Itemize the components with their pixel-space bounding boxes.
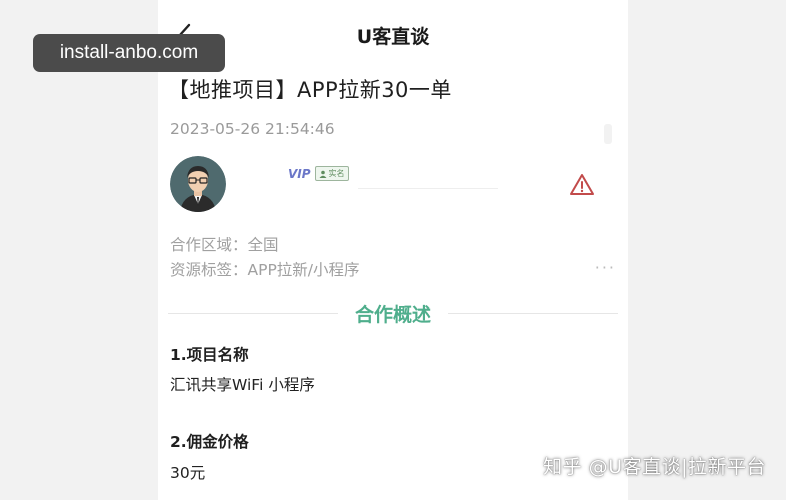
section-divider-right bbox=[448, 313, 618, 314]
divider bbox=[358, 188, 498, 189]
field-label-project-name: 1.项目名称 bbox=[170, 346, 249, 364]
report-button[interactable] bbox=[568, 172, 596, 198]
vip-badge: VIP bbox=[288, 166, 311, 181]
top-navigation-bar: U客直谈 bbox=[158, 0, 628, 66]
user-badges: VIP 实名 bbox=[288, 166, 349, 181]
field-value-project-name: 汇讯共享WiFi 小程序 bbox=[170, 376, 315, 394]
page-title: U客直谈 bbox=[356, 26, 430, 48]
watermark-badge: install-anbo.com bbox=[33, 34, 225, 72]
avatar[interactable] bbox=[170, 156, 226, 212]
decorative-mark bbox=[604, 124, 612, 144]
app-screen: U客直谈 【地推项目】APP拉新30一单 2023-05-26 21:54:46… bbox=[158, 0, 628, 500]
post-title: 【地推项目】APP拉新30一单 bbox=[168, 78, 452, 102]
verified-badge: 实名 bbox=[314, 166, 349, 181]
post-timestamp: 2023-05-26 21:54:46 bbox=[170, 120, 335, 138]
verified-label: 实名 bbox=[328, 169, 345, 178]
cooperation-region: 合作区域：全国 bbox=[170, 236, 279, 254]
warning-icon bbox=[570, 174, 594, 195]
more-options-button[interactable]: ··· bbox=[595, 258, 616, 277]
field-value-commission: 30元 bbox=[170, 464, 206, 482]
field-label-commission: 2.佣金价格 bbox=[170, 433, 249, 451]
footer-watermark: 知乎 @U客直谈|拉新平台 bbox=[543, 456, 766, 478]
resource-tags: 资源标签：APP拉新/小程序 bbox=[170, 261, 360, 279]
avatar-portrait-icon bbox=[170, 156, 226, 212]
person-icon bbox=[319, 170, 327, 178]
